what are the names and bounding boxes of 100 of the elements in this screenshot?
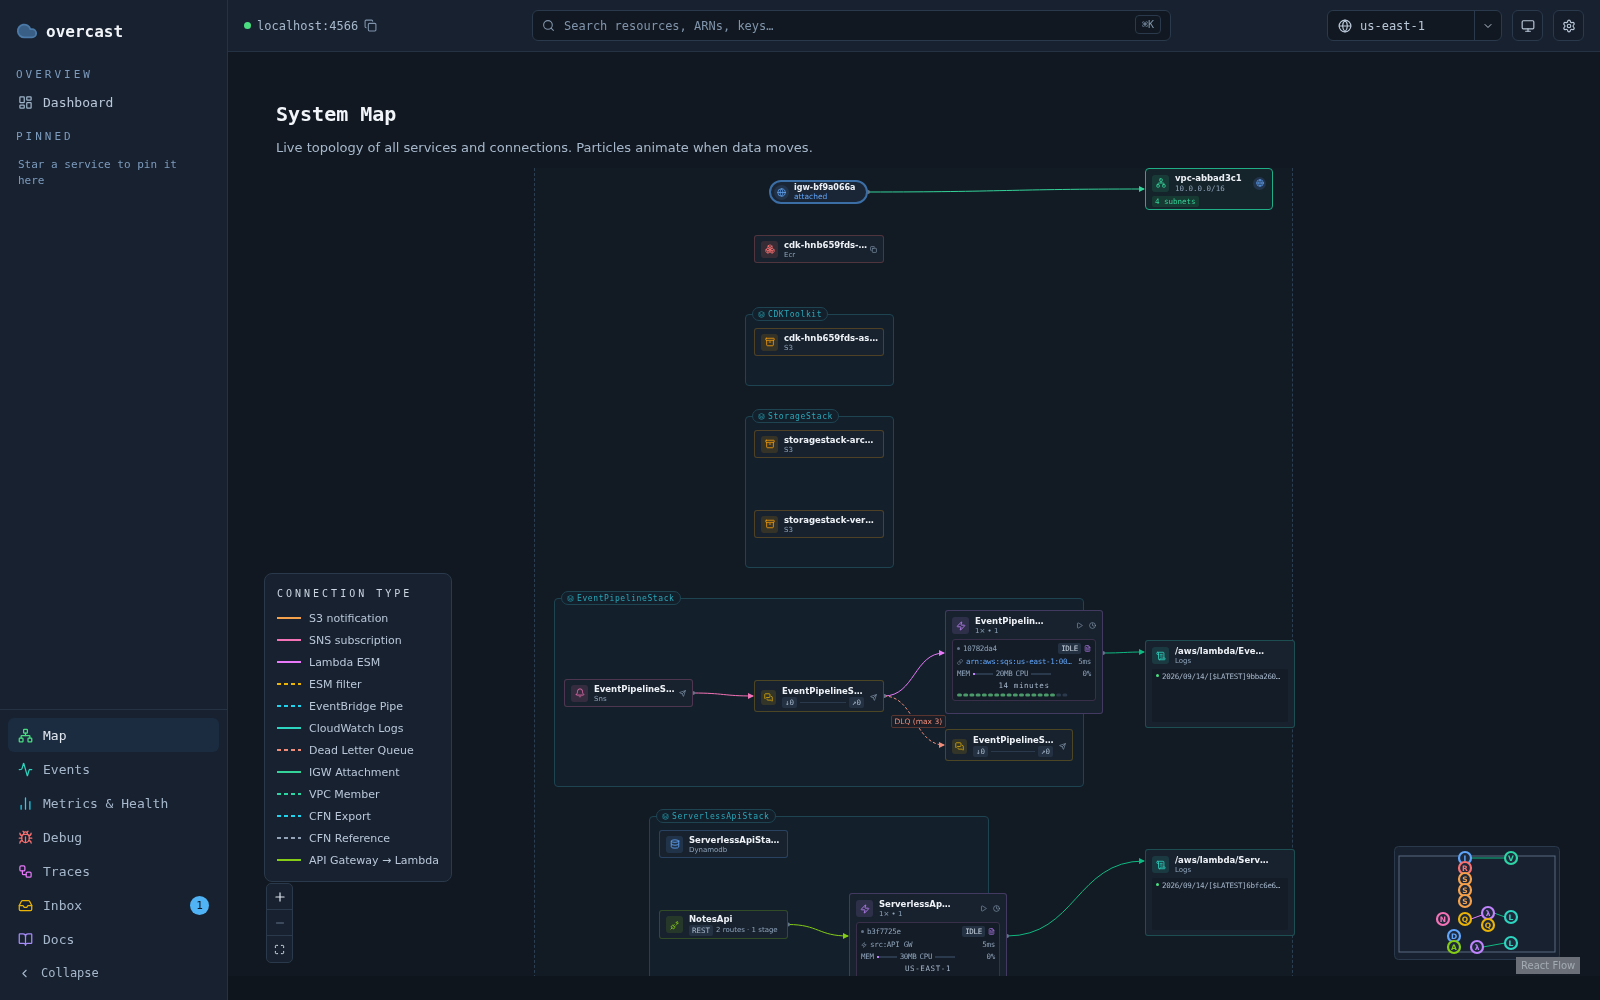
layers-icon [758, 412, 765, 420]
nav-item[interactable]: Inbox 1 [8, 888, 219, 922]
connection-arrow [1102, 649, 1145, 655]
search-icon [542, 19, 555, 32]
layers-icon [567, 594, 574, 602]
globe-icon[interactable] [1253, 176, 1266, 190]
status-dot [861, 930, 864, 933]
layers-icon [758, 310, 765, 318]
stack-name: ServerlessApiStack [672, 811, 770, 821]
bar-chart-icon [18, 795, 33, 811]
clock-icon[interactable] [993, 905, 1000, 912]
database-icon [666, 835, 683, 853]
stack-name: EventPipelineStack [577, 593, 675, 603]
file-icon[interactable] [1084, 645, 1091, 652]
send-icon[interactable] [870, 693, 877, 701]
inbox-icon [18, 897, 33, 913]
book-icon [18, 931, 33, 947]
cpu-bar [935, 955, 956, 958]
legend-label: VPC Member [309, 787, 380, 801]
legend-label: S3 notification [309, 611, 389, 625]
legend-label: ESM filter [309, 677, 362, 691]
scroll-icon [1152, 856, 1169, 873]
legend-label: CFN Export [309, 809, 371, 823]
archive-icon [761, 435, 778, 453]
plug-icon [666, 916, 683, 933]
node-name: ServerlessApiSta… [689, 834, 781, 845]
chat-icon [952, 738, 967, 754]
node-name: EventPipelineS… [973, 735, 1053, 745]
clock-icon[interactable] [1089, 622, 1096, 629]
node-name: EventPipelineS… [594, 683, 673, 694]
lightning-icon [952, 617, 969, 634]
plus-icon [272, 889, 287, 904]
bug-icon [18, 829, 33, 845]
stack-name: CDKToolkit [768, 309, 823, 319]
send-icon[interactable] [679, 689, 686, 697]
region-select[interactable]: us-east-1 [1327, 10, 1502, 41]
section-title: OVERVIEW [15, 67, 94, 83]
shortcut-key: ⌘K [1134, 15, 1161, 34]
legend-label: API Gateway → Lambda [309, 853, 439, 867]
legend-label: CFN Reference [309, 831, 391, 845]
dashboard-icon [18, 95, 33, 110]
node-name: /aws/lambda/Serv… [1175, 855, 1270, 865]
collapse-button[interactable]: Collapse [8, 956, 219, 990]
sidebar-item[interactable]: Dashboard [0, 89, 227, 126]
settings-button[interactable] [1553, 10, 1584, 41]
node-name: igw-bf9a066a [794, 183, 857, 192]
nav-item[interactable]: Traces [8, 854, 219, 888]
network-icon [18, 727, 33, 743]
node-name: storagestack-arc… [784, 434, 875, 445]
node-name: NotesApi [689, 913, 734, 924]
pulse-icon [18, 761, 33, 777]
monitor-icon [1520, 18, 1535, 33]
nav-item[interactable]: Map [8, 718, 219, 752]
archive-icon [761, 333, 778, 351]
lightning-icon [856, 900, 873, 917]
log-dot [1156, 674, 1159, 677]
section-title: PINNED [15, 129, 75, 145]
copy-icon[interactable] [364, 19, 378, 32]
legend-label: Dead Letter Queue [309, 743, 414, 757]
node-name: EventPipelineS… [782, 686, 864, 696]
node-name: vpc-abbad3c1 [1175, 173, 1243, 183]
globe-icon [1338, 18, 1352, 33]
layers-icon [662, 812, 669, 820]
settings-icon [1561, 18, 1576, 33]
network-icon [1152, 174, 1169, 192]
status-dot [244, 22, 251, 29]
nav-item[interactable]: Docs [8, 922, 219, 956]
play-icon[interactable] [1076, 622, 1083, 629]
node-name: EventPipelin… [975, 616, 1045, 626]
empty-hint: Star a service to pin it here [17, 157, 178, 189]
lightning-icon [861, 941, 867, 948]
connection-arrow [692, 692, 754, 699]
app-name: overcast [46, 21, 124, 41]
count-badge: 1 [190, 895, 209, 915]
fullscreen-icon [274, 943, 285, 955]
file-icon[interactable] [988, 928, 995, 935]
nav-item[interactable]: Events [8, 752, 219, 786]
link-icon [957, 658, 963, 665]
legend-label: IGW Attachment [309, 765, 400, 779]
send-icon[interactable] [1059, 742, 1066, 750]
copy-icon[interactable] [870, 245, 877, 253]
archive-icon [761, 515, 778, 533]
globe-icon [774, 184, 789, 200]
legend-label: CloudWatch Logs [309, 721, 404, 735]
workflow-icon [18, 863, 33, 879]
legend-label: EventBridge Pipe [309, 699, 404, 713]
nav-item[interactable]: Metrics & Health [8, 786, 219, 820]
page-subtitle: Live topology of all services and connections. Particles animate when data moves. [276, 140, 814, 155]
node-name: cdk-hnb659fds-as… [784, 332, 877, 343]
node-name: storagestack-ver… [784, 514, 875, 525]
scroll-icon [1152, 647, 1169, 664]
play-icon[interactable] [980, 905, 987, 912]
nav-item[interactable]: Debug [8, 820, 219, 854]
chat-icon [761, 689, 776, 705]
legend-title: CONNECTION TYPE [277, 588, 414, 599]
cpu-bar [1031, 672, 1052, 675]
display-button[interactable] [1512, 10, 1543, 41]
endpoint-url: localhost:4566 [257, 18, 359, 33]
legend-label: SNS subscription [309, 633, 402, 647]
connection-arrow [883, 650, 945, 697]
